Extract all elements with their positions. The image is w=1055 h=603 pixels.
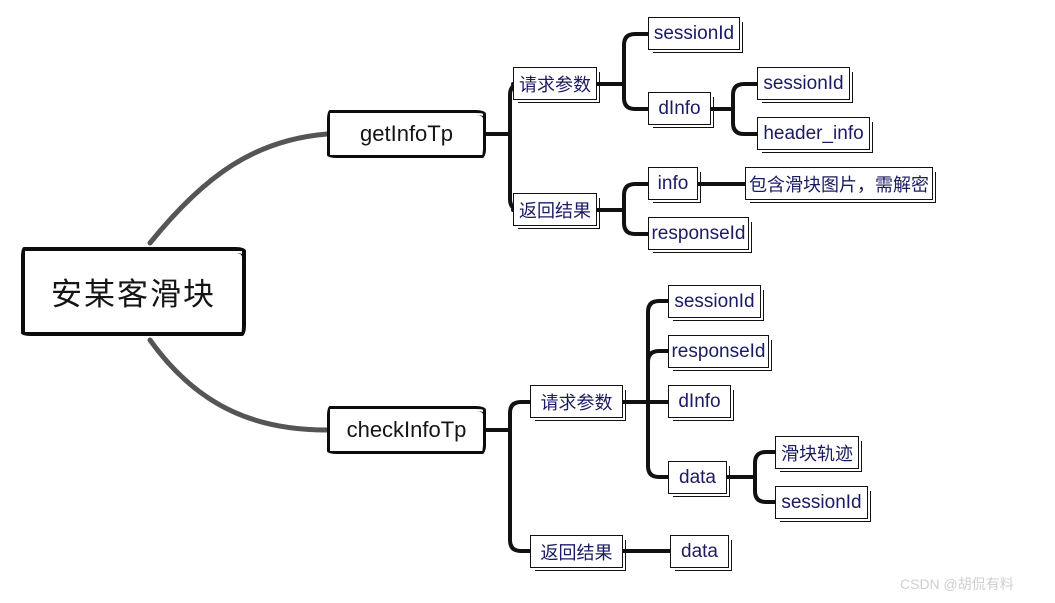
node-check-request-data-label: data xyxy=(679,466,716,488)
watermark: CSDN @胡侃有料 xyxy=(900,576,1014,592)
edge-result-to-info xyxy=(622,182,650,212)
node-get-result-response-id[interactable]: responseId xyxy=(648,217,752,253)
node-get-request-session-id-label: sessionId xyxy=(653,22,735,44)
node-get-result-info-label: info xyxy=(657,172,689,194)
node-check-request-params-label: 请求参数 xyxy=(540,392,613,413)
node-check-result-data-label: data xyxy=(681,540,718,562)
node-get-info-tp[interactable]: getInfoTp xyxy=(327,110,486,158)
node-get-request-params[interactable]: 请求参数 xyxy=(513,67,600,103)
edge-result-to-responseid xyxy=(622,208,650,236)
edge-root-to-checkinfotp xyxy=(147,337,330,433)
node-get-request-dinfo-session-id-label: sessionId xyxy=(763,72,844,94)
node-check-request-data-session-id-label: sessionId xyxy=(781,491,862,513)
node-check-result-data[interactable]: data xyxy=(670,535,732,571)
node-check-request-data[interactable]: data xyxy=(668,461,730,497)
edge-check-params-to-data xyxy=(646,400,670,479)
node-check-result-label: 返回结果 xyxy=(540,542,613,563)
edge-checkinfotp-branch-params xyxy=(508,400,532,432)
edge-root-to-getinfotp xyxy=(147,131,330,246)
node-check-request-data-session-id[interactable]: sessionId xyxy=(775,486,871,522)
node-get-request-dinfo[interactable]: dInfo xyxy=(648,92,714,128)
node-check-request-data-track-label: 滑块轨迹 xyxy=(781,443,853,464)
node-get-request-dinfo-label: dInfo xyxy=(658,97,701,119)
node-check-request-dinfo-label: dInfo xyxy=(678,390,721,412)
edge-checkinfotp-branch-result xyxy=(508,428,532,553)
node-get-result-info-note-label: 包含滑块图片，需解密 xyxy=(749,174,929,195)
node-get-request-dinfo-session-id[interactable]: sessionId xyxy=(757,67,853,103)
edge-check-data-to-track xyxy=(753,450,777,479)
node-get-request-dinfo-header-info[interactable]: header_info xyxy=(757,117,873,153)
node-get-request-session-id[interactable]: sessionId xyxy=(648,17,743,53)
node-check-request-response-id[interactable]: responseId xyxy=(668,335,772,371)
node-root-label: 安某客滑块 xyxy=(51,277,216,312)
edge-params-to-dinfo xyxy=(622,82,650,111)
node-check-info-tp-label: checkInfoTp xyxy=(346,417,467,442)
node-check-request-session-id-label: sessionId xyxy=(674,290,755,312)
node-get-result-label: 返回结果 xyxy=(519,200,591,221)
node-get-request-params-label: 请求参数 xyxy=(519,74,591,95)
edge-check-data-to-sessionid xyxy=(753,475,777,504)
edge-params-to-sessionid xyxy=(622,32,650,86)
mindmap-canvas: 安某客滑块 getInfoTp 请求参数 sessionId dInfo ses… xyxy=(0,0,1055,603)
node-check-request-session-id[interactable]: sessionId xyxy=(668,285,764,321)
edge-dinfo-to-headerinfo xyxy=(731,107,759,136)
node-get-result[interactable]: 返回结果 xyxy=(513,193,600,229)
node-check-request-params[interactable]: 请求参数 xyxy=(530,385,626,421)
node-check-request-response-id-label: responseId xyxy=(671,340,766,362)
node-get-info-tp-label: getInfoTp xyxy=(360,121,453,146)
edge-check-params-to-sessionid xyxy=(646,299,670,404)
node-get-request-dinfo-header-info-label: header_info xyxy=(763,122,864,144)
node-get-result-info-note[interactable]: 包含滑块图片，需解密 xyxy=(745,167,936,203)
node-check-request-dinfo[interactable]: dInfo xyxy=(668,385,734,421)
edge-dinfo-to-sessionid xyxy=(731,82,759,111)
node-root[interactable]: 安某客滑块 xyxy=(21,247,246,336)
node-check-request-data-track[interactable]: 滑块轨迹 xyxy=(775,436,862,472)
node-get-result-response-id-label: responseId xyxy=(651,222,746,244)
node-check-info-tp[interactable]: checkInfoTp xyxy=(327,406,486,454)
edge-check-params-to-responseid xyxy=(646,349,670,404)
node-check-result[interactable]: 返回结果 xyxy=(530,535,626,571)
node-get-result-info[interactable]: info xyxy=(648,167,701,203)
